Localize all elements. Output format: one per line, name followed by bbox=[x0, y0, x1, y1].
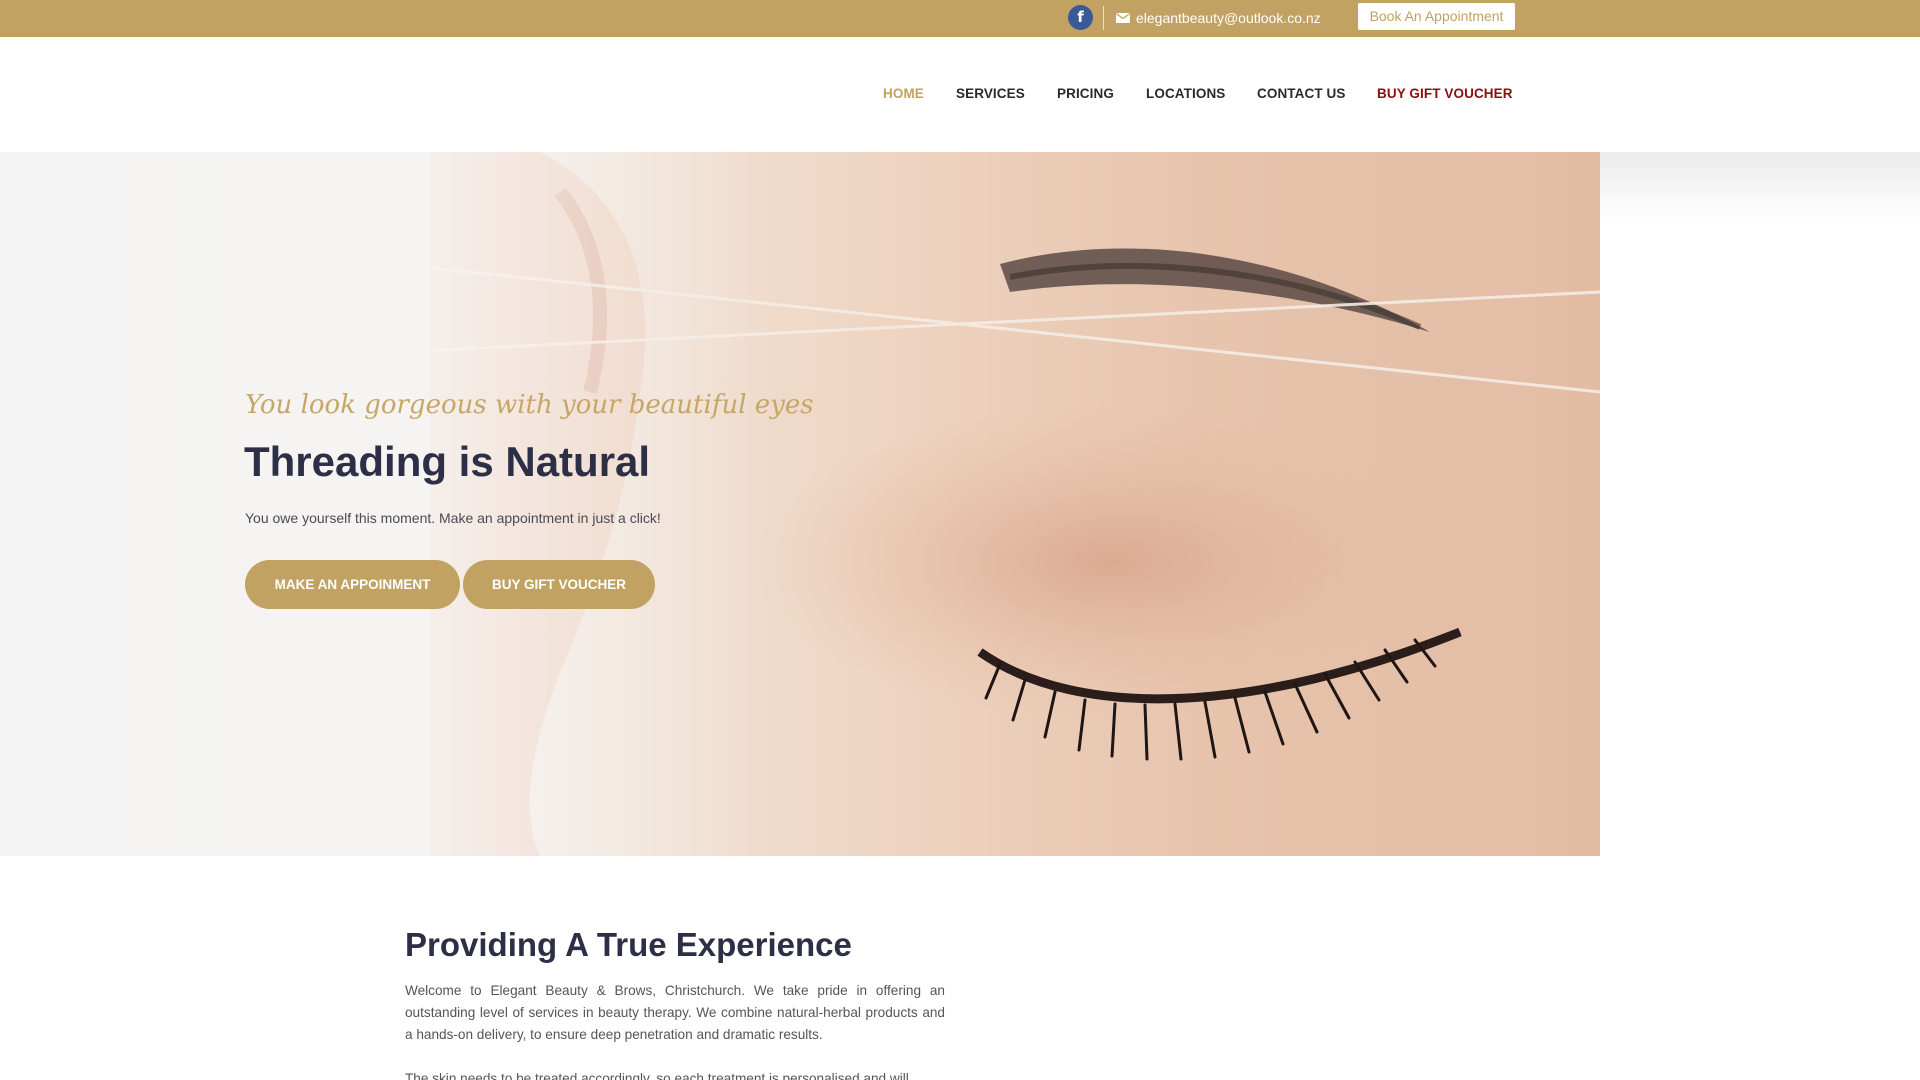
main-nav: HOME SERVICES PRICING LOCATIONS CONTACT … bbox=[0, 37, 1920, 152]
hero-banner: You look gorgeous with your beautiful ey… bbox=[0, 152, 1600, 856]
about-title: Providing A True Experience bbox=[405, 926, 852, 963]
nav-pricing[interactable]: PRICING bbox=[1057, 86, 1114, 101]
email-link[interactable]: elegantbeauty@outlook.co.nz bbox=[1116, 9, 1321, 27]
hero-edge-shadow bbox=[1600, 152, 1920, 222]
nav-locations[interactable]: LOCATIONS bbox=[1146, 86, 1225, 101]
hero-title: Threading is Natural bbox=[244, 438, 651, 485]
about-paragraph-next: The skin needs to be treated accordingly… bbox=[405, 1071, 909, 1080]
nav-buy-gift-voucher[interactable]: BUY GIFT VOUCHER bbox=[1377, 86, 1513, 101]
email-text: elegantbeauty@outlook.co.nz bbox=[1136, 10, 1321, 26]
hero-subtitle: You owe yourself this moment. Make an ap… bbox=[245, 510, 661, 526]
make-appointment-button[interactable]: MAKE AN APPOINMENT bbox=[245, 560, 460, 609]
about-paragraph: Welcome to Elegant Beauty & Brows, Chris… bbox=[405, 983, 945, 1042]
book-appointment-button[interactable]: Book An Appointment bbox=[1358, 3, 1515, 30]
envelope-icon bbox=[1116, 13, 1130, 23]
hero-eye-image bbox=[0, 152, 1600, 856]
top-bar: f elegantbeauty@outlook.co.nz Book An Ap… bbox=[0, 0, 1920, 37]
nav-contact-us[interactable]: CONTACT US bbox=[1257, 86, 1346, 101]
buy-gift-voucher-button[interactable]: BUY GIFT VOUCHER bbox=[463, 560, 655, 609]
facebook-icon[interactable]: f bbox=[1068, 5, 1093, 30]
hero-tagline: You look gorgeous with your beautiful ey… bbox=[245, 390, 814, 420]
nav-services[interactable]: SERVICES bbox=[956, 86, 1025, 101]
topbar-divider bbox=[1103, 6, 1104, 30]
nav-home[interactable]: HOME bbox=[883, 86, 924, 101]
